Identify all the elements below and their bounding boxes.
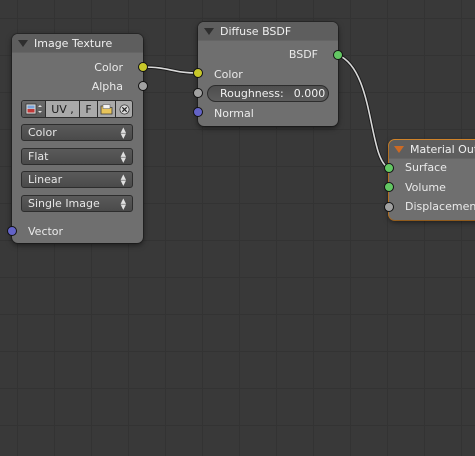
projection-value: Flat <box>28 150 49 163</box>
roughness-field[interactable]: Roughness: 0.000 <box>207 85 329 102</box>
diffuse-bsdf-title: Diffuse BSDF <box>220 24 292 38</box>
color-space-value: Color <box>28 126 57 139</box>
material-output-header[interactable]: Material Output <box>389 140 475 159</box>
image-texture-header[interactable]: Image Texture <box>12 34 143 53</box>
input-surface-socket[interactable] <box>384 163 394 173</box>
roughness-value: 0.000 <box>293 87 326 100</box>
collapse-triangle-icon[interactable] <box>394 145 404 153</box>
input-vector-label: Vector <box>28 225 64 238</box>
close-icon[interactable] <box>116 101 132 117</box>
fake-user-toggle[interactable]: F <box>80 101 98 117</box>
link-bsdf-to-surface <box>337 53 390 170</box>
color-space-dropdown[interactable]: Color ▲ ▼ <box>21 124 133 141</box>
material-output-title: Material Output <box>410 142 475 156</box>
updown-arrows-icon: ▲ ▼ <box>120 126 126 140</box>
source-value: Single Image <box>28 197 100 210</box>
folder-open-icon[interactable] <box>98 101 116 117</box>
updown-arrows-icon: ▲ ▼ <box>120 173 126 187</box>
diffuse-bsdf-node[interactable]: Diffuse BSDF BSDF Color Roughness: 0.000… <box>198 22 338 126</box>
output-alpha-socket[interactable] <box>138 81 148 91</box>
source-dropdown[interactable]: Single Image ▲ ▼ <box>21 195 133 212</box>
input-normal-socket[interactable] <box>193 107 203 117</box>
input-volume-socket[interactable] <box>384 182 394 192</box>
input-displacement-label: Displacement <box>405 200 475 213</box>
link-color-to-diffuse-color <box>142 65 199 75</box>
node-editor-canvas[interactable]: Image Texture Color Alpha UV , F Color ▲… <box>0 0 475 456</box>
output-bsdf-label: BSDF <box>288 48 318 61</box>
input-roughness-socket[interactable] <box>193 88 203 98</box>
interpolation-value: Linear <box>28 173 63 186</box>
interpolation-dropdown[interactable]: Linear ▲ ▼ <box>21 171 133 188</box>
image-texture-title: Image Texture <box>34 36 113 50</box>
material-output-node[interactable]: Material Output Surface Volume Displacem… <box>389 140 475 220</box>
output-alpha-label: Alpha <box>91 80 123 93</box>
input-color-label: Color <box>214 68 243 81</box>
diffuse-bsdf-header[interactable]: Diffuse BSDF <box>198 22 338 41</box>
roughness-label: Roughness: <box>220 87 284 100</box>
collapse-triangle-icon[interactable] <box>18 39 28 47</box>
input-volume-label: Volume <box>405 181 446 194</box>
input-vector-socket[interactable] <box>7 226 17 236</box>
input-displacement-socket[interactable] <box>384 202 394 212</box>
input-normal-label: Normal <box>214 107 254 120</box>
output-color-socket[interactable] <box>138 62 148 72</box>
image-name-field[interactable]: UV , <box>46 101 80 117</box>
input-color-socket[interactable] <box>193 68 203 78</box>
projection-dropdown[interactable]: Flat ▲ ▼ <box>21 148 133 165</box>
input-surface-label: Surface <box>405 161 447 174</box>
collapse-triangle-icon[interactable] <box>204 27 214 35</box>
image-browse-icon[interactable] <box>22 101 46 117</box>
output-color-label: Color <box>94 61 123 74</box>
updown-arrows-icon: ▲ ▼ <box>120 150 126 164</box>
output-bsdf-socket[interactable] <box>333 50 343 60</box>
image-texture-node[interactable]: Image Texture Color Alpha UV , F Color ▲… <box>12 34 143 243</box>
image-datablock-selector[interactable]: UV , F <box>21 100 133 118</box>
updown-arrows-icon: ▲ ▼ <box>120 197 126 211</box>
